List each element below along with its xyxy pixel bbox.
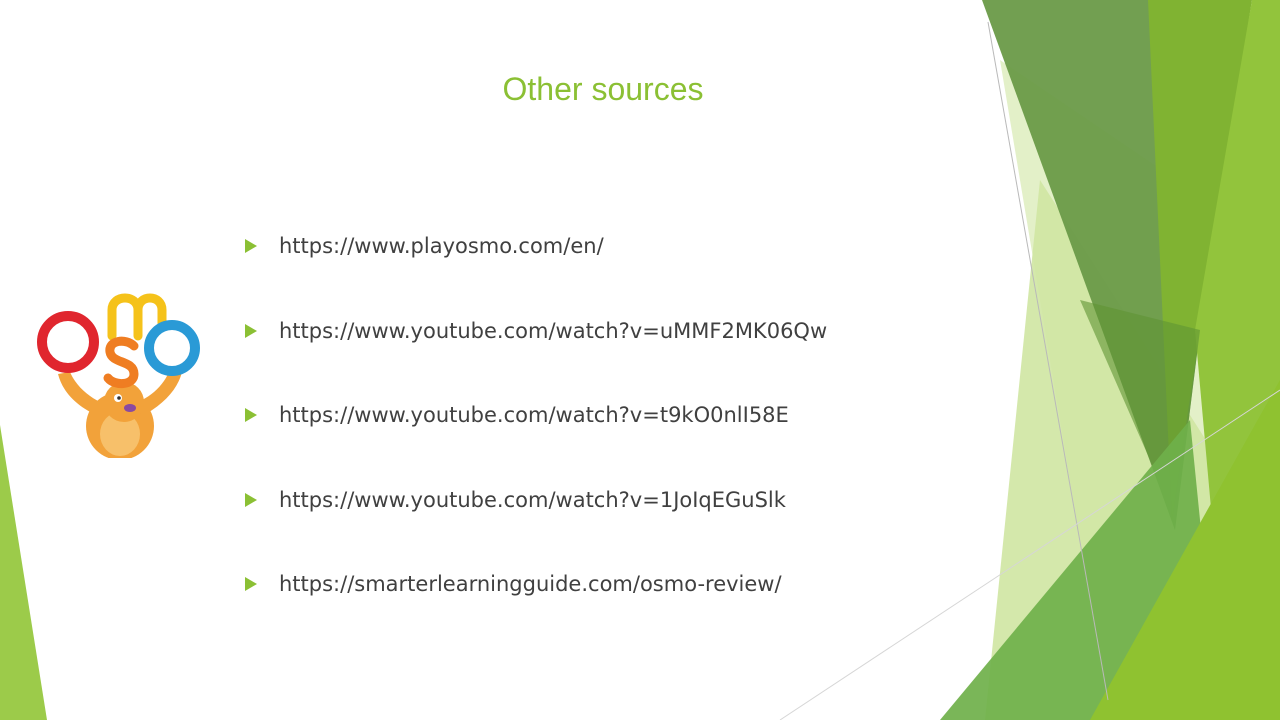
list-item: https://www.youtube.com/watch?v=t9kO0nlI… — [245, 398, 827, 483]
list-item: https://www.youtube.com/watch?v=1JoIqEGu… — [245, 483, 827, 568]
triangle-bullet-icon — [245, 323, 257, 338]
logo-letter-o-blue — [144, 320, 200, 376]
source-link[interactable]: https://www.youtube.com/watch?v=1JoIqEGu… — [279, 483, 786, 517]
source-link[interactable]: https://www.playosmo.com/en/ — [279, 229, 604, 263]
mascot-head — [104, 382, 144, 422]
source-link[interactable]: https://www.youtube.com/watch?v=uMMF2MK0… — [279, 314, 827, 348]
triangle-bullet-icon — [245, 239, 257, 253]
osmo-mascot-logo-icon — [37, 293, 200, 458]
slide-title: Other sources — [502, 71, 704, 107]
mascot-left-arm — [58, 372, 100, 414]
mascot-right-arm — [142, 370, 182, 414]
mascot-eye-pupil — [117, 396, 121, 400]
source-link-list: https://www.playosmo.com/en/ https://www… — [245, 229, 827, 652]
source-link[interactable]: https://www.youtube.com/watch?v=t9kO0nlI… — [279, 398, 789, 432]
logo-letter-s-orange — [103, 336, 139, 388]
list-item: https://smarterlearningguide.com/osmo-re… — [245, 567, 827, 652]
mascot-nose — [124, 404, 136, 412]
triangle-bullet-icon — [245, 492, 257, 507]
logo-letter-o-red — [37, 311, 99, 373]
triangle-bullet-icon — [245, 577, 257, 591]
left-green-sliver — [0, 425, 47, 720]
list-item: https://www.youtube.com/watch?v=uMMF2MK0… — [245, 314, 827, 399]
list-item: https://www.playosmo.com/en/ — [245, 229, 827, 314]
triangle-bullet-icon — [245, 408, 257, 422]
source-link[interactable]: https://smarterlearningguide.com/osmo-re… — [279, 567, 782, 601]
